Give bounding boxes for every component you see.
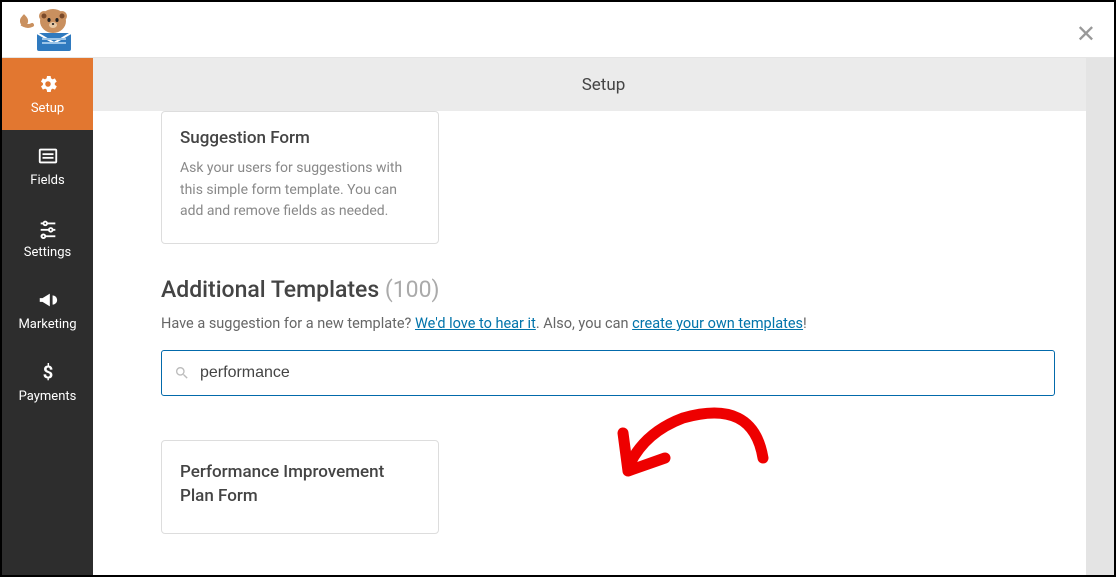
template-count: (100) xyxy=(385,276,440,303)
suggestion-text: Have a suggestion for a new template? We… xyxy=(161,315,1114,332)
sidebar-item-setup[interactable]: Setup xyxy=(2,58,93,130)
sidebar-label: Payments xyxy=(19,389,77,404)
sidebar-label: Fields xyxy=(30,173,64,188)
search-box[interactable] xyxy=(161,350,1055,396)
list-icon xyxy=(37,145,59,167)
scroll-edge xyxy=(1086,58,1114,575)
sliders-icon xyxy=(37,217,59,239)
template-card-description: Ask your users for suggestions with this… xyxy=(180,158,420,223)
sidebar-label: Setup xyxy=(31,101,64,116)
sidebar-item-payments[interactable]: $ Payments xyxy=(2,346,93,418)
search-icon xyxy=(174,365,190,381)
logo-bar xyxy=(2,2,1114,58)
template-card-title: Suggestion Form xyxy=(180,128,420,148)
dollar-icon: $ xyxy=(37,361,59,383)
create-template-link[interactable]: create your own templates xyxy=(632,315,803,332)
section-title: Additional Templates (100) xyxy=(161,276,1114,303)
sidebar-item-fields[interactable]: Fields xyxy=(2,130,93,202)
sidebar-item-marketing[interactable]: Marketing xyxy=(2,274,93,346)
sidebar-label: Settings xyxy=(24,245,71,260)
svg-text:$: $ xyxy=(42,362,53,383)
tab-bar: Setup xyxy=(93,58,1114,111)
template-card-suggested[interactable]: Suggestion Form Ask your users for sugge… xyxy=(161,111,439,244)
bullhorn-icon xyxy=(37,289,59,311)
gear-icon xyxy=(37,73,59,95)
sidebar-label: Marketing xyxy=(18,317,76,332)
template-result-title: Performance Improvement Plan Form xyxy=(180,461,420,509)
close-icon[interactable]: ✕ xyxy=(1076,20,1096,48)
sidebar: Setup Fields Settings Marketing $ Paymen… xyxy=(2,2,93,575)
sidebar-item-settings[interactable]: Settings xyxy=(2,202,93,274)
app-logo xyxy=(20,7,76,53)
suggestion-link[interactable]: We'd love to hear it xyxy=(415,315,536,332)
template-card-result[interactable]: Performance Improvement Plan Form xyxy=(161,440,439,534)
tab-setup[interactable]: Setup xyxy=(582,75,626,95)
search-input[interactable] xyxy=(200,364,1042,382)
